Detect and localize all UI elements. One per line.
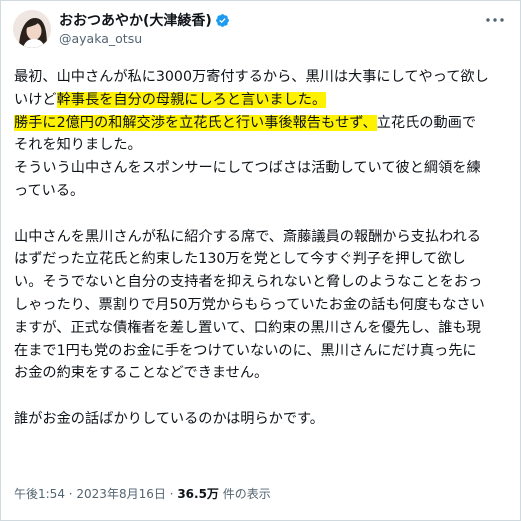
tweet-card: おおつあやか(大津綾香) @ayaka_otsu 最初、山中さんが私に3000万… bbox=[0, 0, 521, 521]
highlighted-text: 勝手に2億円の和解交渉を立花氏と行い事後報告もせず、 bbox=[14, 114, 377, 131]
tweet-line: はずだった立花氏と約束した130万を党として今すぐ判子を押して欲し bbox=[14, 248, 511, 271]
meta-separator: · bbox=[64, 487, 77, 501]
tweet-text-segment: それを知りました。 bbox=[14, 137, 142, 154]
tweet-text-segment: いけど bbox=[14, 91, 57, 108]
tweet-date: 2023年8月16日 bbox=[76, 487, 166, 501]
tweet-text-segment: お金の約束をすることなどできません。 bbox=[14, 365, 269, 382]
tweet-text-segment: はずだった立花氏と約束した130万を党として今すぐ判子を押して欲し bbox=[14, 251, 466, 268]
tweet-line: いけど幹事長を自分の母親にしろと言いました。 bbox=[14, 89, 511, 112]
tweet-text-segment: 最初、山中さんが私に3000万寄付するから、黒川は大事にしてやって欲し bbox=[14, 69, 489, 85]
tweet-line: い。そうでないと自分の支持者を抑えられないと脅しのようなことをおっ bbox=[14, 271, 511, 294]
views-count: 36.5万 bbox=[177, 487, 219, 501]
paragraph-break bbox=[14, 385, 511, 408]
tweet-text-segment: っている。 bbox=[14, 182, 85, 199]
more-horizontal-icon bbox=[486, 18, 504, 22]
highlighted-text: 幹事長を自分の母親にしろと言いました。 bbox=[56, 91, 327, 108]
tweet-text-segment: い。そうでないと自分の支持者を抑えられないと脅しのようなことをおっ bbox=[14, 274, 483, 291]
tweet-line: 在まで1円も党のお金に手をつけていないのに、黒川さんにだけ真っ先に bbox=[14, 340, 511, 363]
tweet-text-segment: 立花氏の動画で bbox=[376, 114, 477, 131]
verified-badge-icon bbox=[215, 13, 230, 28]
tweet-time: 午後1:54 bbox=[14, 487, 65, 501]
tweet-line: 山中さんを黒川さんが私に紹介する席で、斎藤議員の報酬から支払われる bbox=[14, 226, 511, 249]
author-name-row: おおつあやか(大津綾香) bbox=[59, 11, 230, 29]
tweet-meta: 午後1:54 · 2023年8月16日 · 36.5万 件の表示 bbox=[14, 485, 271, 502]
more-options-button[interactable] bbox=[484, 11, 506, 29]
tweet-text: 最初、山中さんが私に3000万寄付するから、黒川は大事にしてやって欲し いけど幹事… bbox=[14, 66, 511, 431]
tweet-line: そういう山中さんをスポンサーにしてつばさは活動していて彼と綱領を練 bbox=[14, 157, 511, 180]
tweet-text-segment: そういう山中さんをスポンサーにしてつばさは活動していて彼と綱領を練 bbox=[14, 160, 481, 177]
tweet-line: それを知りました。 bbox=[14, 134, 511, 157]
author-handle[interactable]: @ayaka_otsu bbox=[59, 31, 142, 46]
tweet-timestamp[interactable]: 午後1:54 · 2023年8月16日 bbox=[14, 487, 166, 501]
meta-separator: · bbox=[165, 487, 178, 501]
tweet-line: 誰がお金の話ばかりしているのかは明らかです。 bbox=[14, 408, 511, 431]
tweet-text-segment: 在まで1円も党のお金に手をつけていないのに、黒川さんにだけ真っ先に bbox=[14, 342, 477, 359]
tweet-line: お金の約束をすることなどできません。 bbox=[14, 362, 511, 385]
tweet-line: しゃったり、票割りで月50万党からもらっていたお金の話も何度もなさい bbox=[14, 294, 511, 317]
tweet-line: っている。 bbox=[14, 180, 511, 203]
tweet-text-segment: 誰がお金の話ばかりしているのかは明らかです。 bbox=[14, 410, 324, 427]
tweet-line: 勝手に2億円の和解交渉を立花氏と行い事後報告もせず、立花氏の動画で bbox=[14, 112, 511, 135]
tweet-line: ますが、正式な債権者を差し置いて、口約束の黒川さんを優先し、誰も現 bbox=[14, 317, 511, 340]
tweet-text-segment: しゃったり、票割りで月50万党からもらっていたお金の話も何度もなさい bbox=[14, 296, 485, 313]
paragraph-break bbox=[14, 203, 511, 226]
tweet-text-segment: 山中さんを黒川さんが私に紹介する席で、斎藤議員の報酬から支払われる bbox=[14, 228, 481, 245]
avatar-photo-icon bbox=[13, 10, 51, 48]
tweet-text-segment: ますが、正式な債権者を差し置いて、口約束の黒川さんを優先し、誰も現 bbox=[14, 319, 481, 336]
avatar[interactable] bbox=[13, 10, 51, 48]
author-display-name[interactable]: おおつあやか(大津綾香) bbox=[59, 10, 212, 30]
tweet-line: 最初、山中さんが私に3000万寄付するから、黒川は大事にしてやって欲し bbox=[14, 66, 511, 89]
views-label: 件の表示 bbox=[218, 487, 271, 501]
